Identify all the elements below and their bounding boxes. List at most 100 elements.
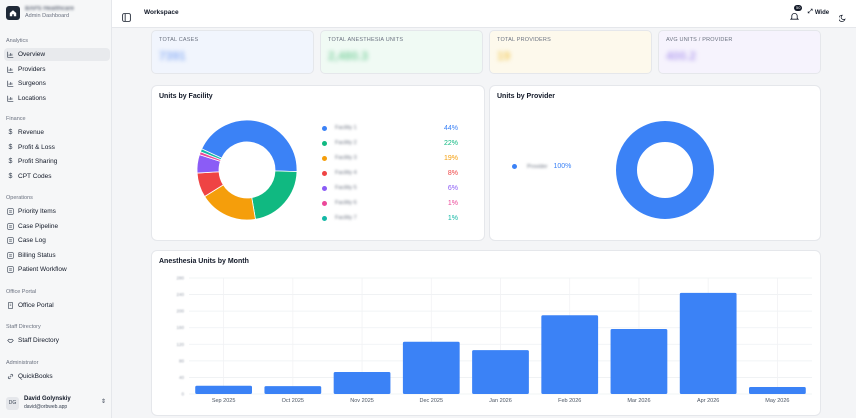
nav-section-title: Office Portal <box>6 289 37 295</box>
wide-toggle-button[interactable]: ⤢ Wide <box>808 9 829 16</box>
x-tick-label: Oct 2025 <box>282 398 304 404</box>
bar[interactable] <box>749 386 806 394</box>
chart-icon <box>7 51 14 58</box>
sidebar-item-providers[interactable]: Providers <box>4 63 110 76</box>
sidebar-item-locations[interactable]: Locations <box>4 92 110 105</box>
bar[interactable] <box>195 385 252 394</box>
stat-label: TOTAL PROVIDERS <box>497 37 551 43</box>
list-icon <box>7 222 14 230</box>
sidebar-item-overview[interactable]: Overview <box>4 48 110 61</box>
sidebar-item-case-pipeline[interactable]: Case Pipeline <box>4 220 110 233</box>
user-email: david@orbweb.app <box>24 403 68 410</box>
sidebar-item-billing-status[interactable]: Billing Status <box>4 249 110 262</box>
provider-name: Provider <box>527 163 548 170</box>
stat-card: TOTAL PROVIDERS 19 <box>489 30 652 74</box>
building-icon <box>7 302 14 309</box>
legend-item: Facility 4 8% <box>322 168 458 178</box>
y-tick-label: 40 <box>179 375 185 380</box>
donut-slice[interactable] <box>251 170 298 220</box>
sidebar-item-priority-items[interactable]: Priority Items <box>4 205 110 218</box>
y-tick-label: 240 <box>176 292 184 297</box>
chevron-updown-icon[interactable]: ⇕ <box>101 398 106 405</box>
stat-card: TOTAL CASES 7391 <box>151 30 314 74</box>
dollar-icon: $ <box>8 172 13 180</box>
handshake-icon <box>7 337 14 344</box>
bar[interactable] <box>679 292 737 394</box>
legend-name: Facility 5 <box>335 185 357 191</box>
brand[interactable]: BAPS Healthcare Admin Dashboard <box>6 6 74 20</box>
moon-icon[interactable] <box>838 9 847 27</box>
sidebar-item-patient-workflow[interactable]: Patient Workflow <box>4 263 110 276</box>
legend-name: Facility 7 <box>335 215 357 221</box>
legend-dot <box>322 200 327 206</box>
sidebar-item-surgeons[interactable]: Surgeons <box>4 77 110 90</box>
stat-label: TOTAL ANESTHESIA UNITS <box>328 37 404 43</box>
provider-legend-item: Provider 100% <box>512 163 571 170</box>
x-tick-label: Jan 2026 <box>489 398 512 404</box>
y-tick-label: 80 <box>179 358 185 363</box>
bar[interactable] <box>402 341 460 394</box>
bar[interactable] <box>541 315 599 394</box>
sidebar-item-label: Surgeons <box>18 80 46 87</box>
chart-icon <box>7 95 14 102</box>
nav-section-title: Administrator <box>6 360 39 366</box>
stat-label: TOTAL CASES <box>159 37 199 43</box>
legend-dot <box>322 125 327 131</box>
legend-item: Facility 7 1% <box>322 213 458 223</box>
provider-donut-chart <box>616 121 714 219</box>
sidebar-item-profit-sharing[interactable]: $ Profit Sharing <box>4 155 110 168</box>
legend-name: Facility 4 <box>335 170 357 176</box>
sidebar-item-label: Revenue <box>18 129 45 136</box>
sidebar-item-profit-loss[interactable]: $ Profit & Loss <box>4 141 110 154</box>
legend-name: Facility 6 <box>335 200 357 206</box>
nav-section-title: Operations <box>6 195 33 201</box>
units-by-provider-title: Units by Provider <box>497 93 555 100</box>
legend-percent: 22% <box>443 139 458 147</box>
sidebar-item-label: Overview <box>18 51 46 58</box>
legend-item: Facility 5 6% <box>322 183 458 193</box>
expand-icon: ⤢ <box>808 9 813 15</box>
sidebar-item-label: QuickBooks <box>18 373 53 380</box>
facility-donut-chart <box>196 119 298 221</box>
dollar-icon: $ <box>8 129 13 136</box>
units-by-month-card: Anesthesia Units by Month 0 40 80 120 160 200… <box>151 250 821 416</box>
stat-label: AVG UNITS / PROVIDER <box>666 37 733 43</box>
x-tick-label: Feb 2026 <box>558 398 581 404</box>
units-by-month-chart: 0 40 80 120 160 200 240 280 Sep 2025 Oct 2025 Nov … <box>176 276 812 404</box>
legend-dot <box>322 170 327 176</box>
legend-percent: 8% <box>447 169 458 177</box>
sidebar-item-cpt-codes[interactable]: $ CPT Codes <box>4 170 110 183</box>
topbar: Workspace 50 ⤢ Wide <box>112 0 856 28</box>
chart-icon <box>7 66 14 73</box>
notification-badge: 50 <box>794 5 803 11</box>
donut-slice[interactable] <box>616 121 714 219</box>
x-tick-label: Dec 2025 <box>420 398 444 404</box>
legend-name: Facility 2 <box>335 140 357 146</box>
sidebar-item-label: Patient Workflow <box>18 266 67 273</box>
legend-name: Facility 1 <box>335 125 357 131</box>
bell-icon[interactable]: 50 <box>789 5 803 26</box>
bar[interactable] <box>610 328 668 394</box>
legend-name: Facility 3 <box>335 155 357 161</box>
legend-percent: 1% <box>447 199 458 207</box>
legend-dot <box>322 215 327 221</box>
x-tick-label: Mar 2026 <box>627 398 650 404</box>
link-icon <box>7 373 14 380</box>
y-tick-label: 120 <box>176 342 184 347</box>
sidebar-item-revenue[interactable]: $ Revenue <box>4 126 110 139</box>
nav-section-title: Staff Directory <box>6 324 41 330</box>
bar[interactable] <box>333 372 391 394</box>
list-icon <box>7 237 14 244</box>
list-icon <box>7 251 14 259</box>
sidebar-item-staff-directory[interactable]: Staff Directory <box>4 334 110 347</box>
user-menu[interactable]: DG David Golynskiy david@orbweb.app ⇕ <box>6 393 108 413</box>
avatar: DG <box>6 396 19 410</box>
sidebar-item-case-log[interactable]: Case Log <box>4 234 110 247</box>
bar[interactable] <box>472 350 529 394</box>
brand-subtitle: Admin Dashboard <box>25 13 70 20</box>
sidebar-item-office-portal[interactable]: Office Portal <box>4 299 110 312</box>
sidebar-item-label: Staff Directory <box>18 337 60 344</box>
bar[interactable] <box>264 386 322 394</box>
sidebar-toggle-icon[interactable] <box>122 9 131 27</box>
sidebar-item-quickbooks[interactable]: QuickBooks <box>4 370 110 383</box>
